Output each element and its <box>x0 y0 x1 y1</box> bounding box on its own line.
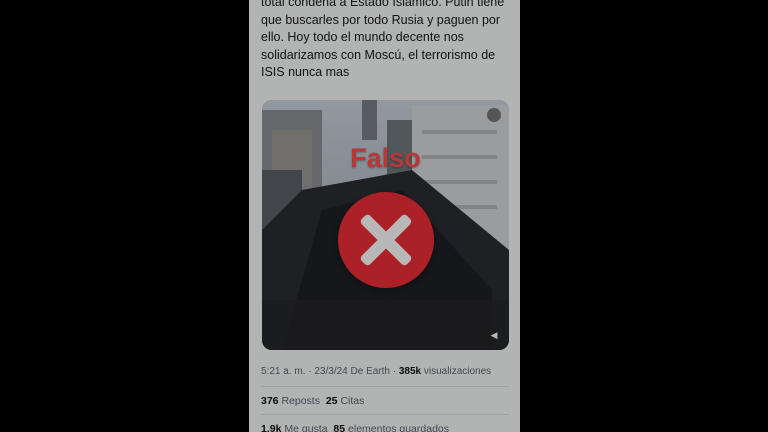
tweet-meta: 5:21 a. m. · 23/3/24 De Earth · 385k vis… <box>261 366 491 377</box>
likes-count[interactable]: 1,9k <box>261 423 281 432</box>
saves-count[interactable]: 85 <box>333 423 345 432</box>
false-x-icon <box>338 192 434 288</box>
tweet-text-line: ISIS nunca mas <box>261 65 350 79</box>
tweet-panel: total condena a Estado Islámico. Putin t… <box>249 0 520 432</box>
divider <box>261 414 509 415</box>
reposts-count[interactable]: 376 <box>261 395 279 407</box>
volume-icon[interactable]: ◀ <box>487 328 501 342</box>
media-icon[interactable] <box>487 108 501 122</box>
tweet-text-line: ello. Hoy todo el mundo decente nos <box>261 30 464 44</box>
tweet-media[interactable]: Falso ◀ <box>262 100 509 350</box>
tweet-text: total condena a Estado Islámico. Putin t… <box>261 0 509 82</box>
like-stats: 1,9k Me gusta 85 elementos guardados <box>261 423 449 432</box>
tweet-time: 5:21 a. m. <box>261 366 306 377</box>
saves-label[interactable]: elementos guardados <box>348 423 449 432</box>
falso-label: Falso <box>350 143 421 173</box>
views-count: 385k <box>398 366 422 377</box>
tweet-date[interactable]: 23/3/24 <box>314 366 347 377</box>
tweet-text-line: total condena a Estado Islámico. Putin t… <box>261 0 505 9</box>
tweet-text-line: solidarizamos con Moscú, el terrorismo d… <box>261 47 496 62</box>
quotes-label[interactable]: Citas <box>340 395 364 407</box>
quotes-count[interactable]: 25 <box>326 395 338 407</box>
views-label: visualizaciones <box>421 366 492 377</box>
tweet-text-line: que buscarles por todo Rusia y paguen po… <box>261 12 501 27</box>
tweet-source: De Earth <box>347 366 390 377</box>
repost-stats: 376 Reposts 25 Citas <box>261 395 364 407</box>
likes-label[interactable]: Me gusta <box>284 423 327 432</box>
reposts-label[interactable]: Reposts <box>281 395 320 407</box>
divider <box>261 386 509 387</box>
meta-separator: · <box>389 366 399 377</box>
